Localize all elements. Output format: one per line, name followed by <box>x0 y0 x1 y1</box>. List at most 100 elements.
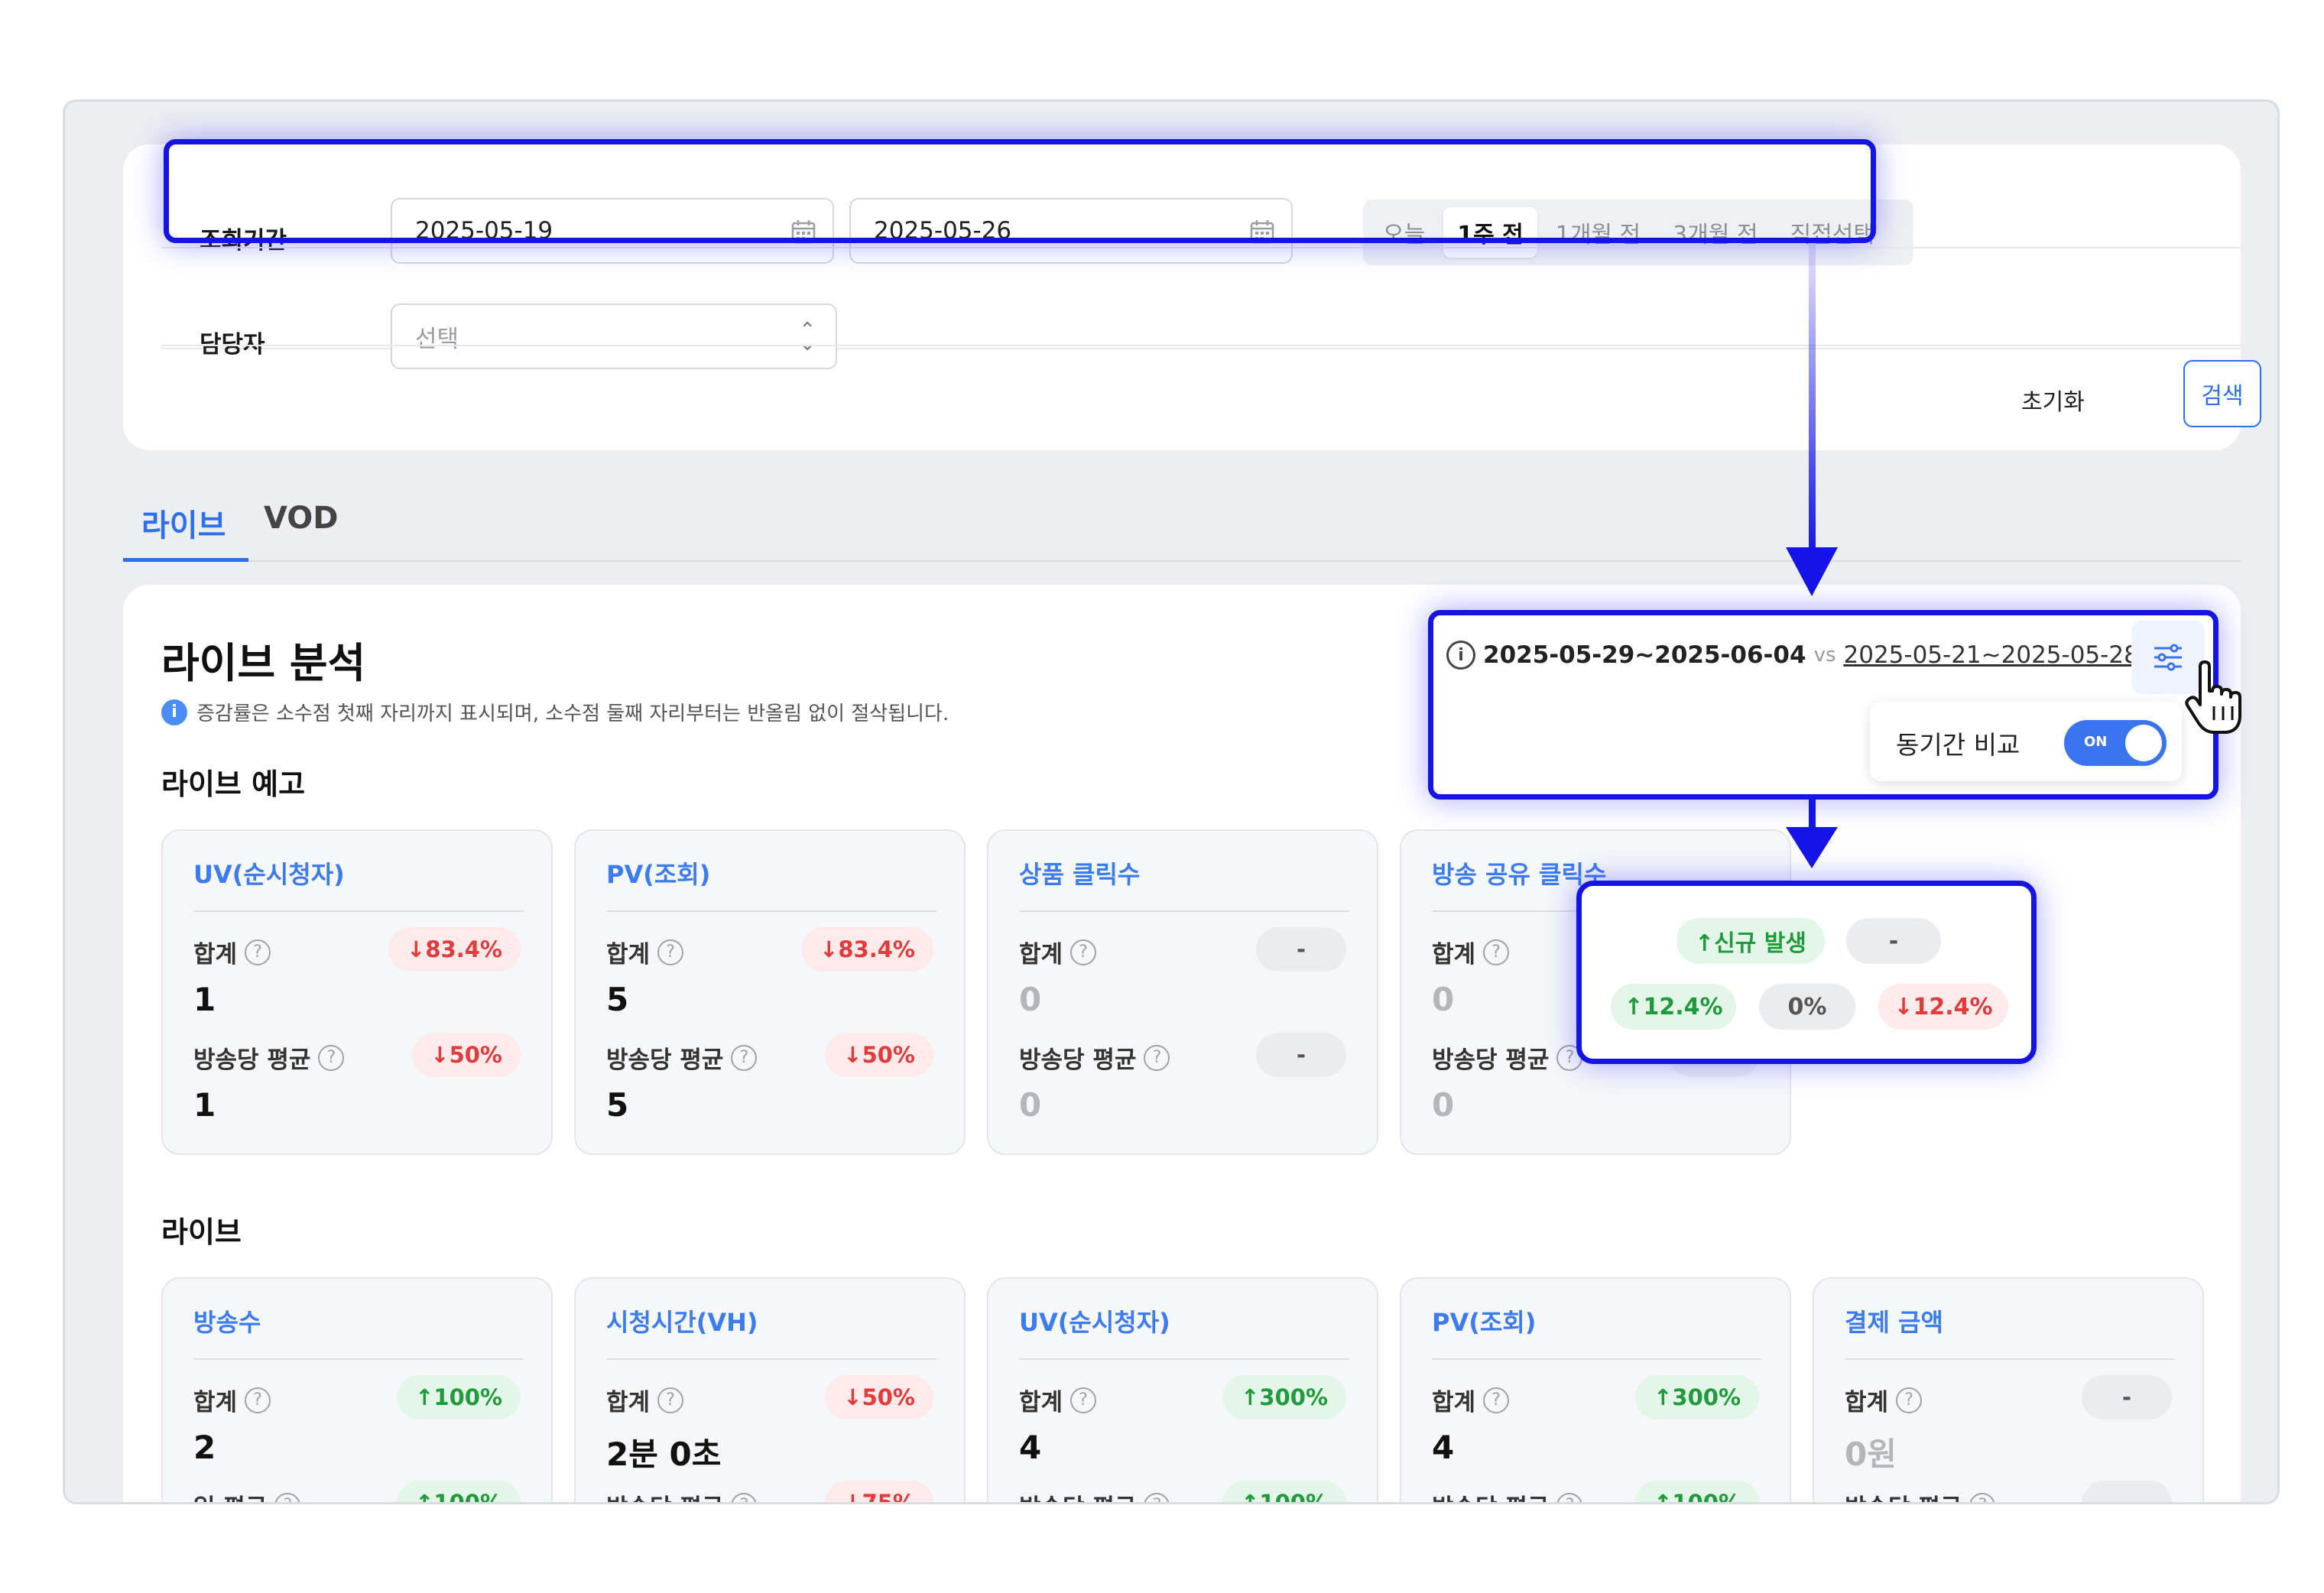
help-icon[interactable]: ? <box>731 1492 758 1502</box>
sum-value: 0 <box>1019 981 1042 1018</box>
legend-badge-down: ↓12.4% <box>1878 984 2008 1030</box>
help-icon[interactable]: ? <box>657 1387 684 1413</box>
help-icon[interactable]: ? <box>1896 1387 1923 1413</box>
rounding-note: i 증감률은 소수점 첫째 자리까지 표시되며, 소수점 둘째 자리부터는 반올… <box>161 698 949 726</box>
manager-select[interactable]: 선택 ⌃ ⌄ <box>391 303 837 369</box>
sum-value: 5 <box>606 981 629 1018</box>
same-period-compare-option: 동기간 비교 ON <box>1870 702 2182 781</box>
change-badge: ↓50% <box>825 1375 933 1419</box>
legend-badge-new: ↑신규 발생 <box>1676 918 1825 964</box>
metric-card: PV(조회) 합계? ↑300% 4 방송당 평균? ↑100% <box>1400 1277 1791 1502</box>
sum-label: 합계? <box>1432 935 1510 969</box>
sum-label: 합계? <box>1019 1383 1097 1417</box>
same-period-toggle[interactable]: ON <box>2064 720 2167 766</box>
sum-value: 4 <box>1432 1429 1455 1466</box>
chevron-updown-icon: ⌃ ⌄ <box>799 319 816 355</box>
change-badge: ↓83.4% <box>801 927 933 972</box>
avg-label: 방송당 평균? <box>1019 1488 1170 1502</box>
change-badge: - <box>1256 1033 1346 1077</box>
change-badge: ↓50% <box>412 1033 521 1077</box>
avg-value: 0 <box>1432 1086 1455 1124</box>
change-badge: ↑100% <box>1635 1481 1759 1502</box>
compare-period-text: i 2025-05-29~2025-06-04 vs 2025-05-21~20… <box>1446 641 2139 670</box>
metric-title: UV(순시청자) <box>1019 1308 1170 1337</box>
legend-badge-up: ↑12.4% <box>1611 984 1736 1030</box>
legend-badge-zero: 0% <box>1759 984 1855 1030</box>
manager-placeholder: 선택 <box>415 325 459 353</box>
sum-value: 2 <box>193 1429 216 1466</box>
sum-value: 0원 <box>1845 1436 1897 1473</box>
change-badge: ↓83.4% <box>388 927 521 972</box>
change-badge: ↓75% <box>825 1481 933 1502</box>
app-frame: 조회기간 2025-05-19 2025-05-26 오늘 1주 전 1개월 전… <box>63 99 2280 1504</box>
sum-value: 2분 0초 <box>606 1436 722 1473</box>
help-icon[interactable]: ? <box>1969 1492 1996 1502</box>
avg-label: 방송당 평균? <box>1019 1040 1170 1075</box>
badge-legend-popup: ↑신규 발생 - ↑12.4% 0% ↓12.4% <box>1576 881 2037 1064</box>
avg-label: 방송당 평균? <box>1432 1488 1583 1502</box>
help-icon[interactable]: ? <box>731 1044 758 1071</box>
arrow-down-icon <box>1786 800 1838 868</box>
metric-card: 시청시간(VH) 합계? ↓50% 2분 0초 방송당 평균? ↓75% <box>574 1277 966 1502</box>
metric-title: 상품 클릭수 <box>1019 860 1141 889</box>
help-icon[interactable]: ? <box>245 939 271 965</box>
help-icon[interactable]: ? <box>274 1492 301 1502</box>
help-icon[interactable]: ? <box>245 1387 271 1413</box>
page-title: 라이브 분석 <box>161 639 366 687</box>
info-icon: i <box>161 699 187 725</box>
avg-label: 방송당 평균? <box>193 1040 345 1075</box>
avg-value: 5 <box>606 1086 629 1124</box>
help-icon[interactable]: ? <box>1483 939 1510 965</box>
toggle-label: 동기간 비교 <box>1896 730 2021 760</box>
change-badge: - <box>2082 1481 2172 1502</box>
help-icon[interactable]: ? <box>1070 939 1097 965</box>
change-badge: ↓50% <box>825 1033 933 1077</box>
sum-label: 합계? <box>193 935 271 969</box>
toggle-state: ON <box>2084 734 2108 750</box>
help-icon[interactable]: ? <box>657 939 684 965</box>
metric-title: UV(순시청자) <box>193 860 345 889</box>
active-tab-indicator <box>123 558 248 562</box>
help-icon[interactable]: ? <box>1483 1387 1510 1413</box>
legend-badge-none: - <box>1846 918 1941 964</box>
metric-card: 결제 금액 합계? - 0원 방송당 평균? - <box>1813 1277 2204 1502</box>
forecast-section-title: 라이브 예고 <box>161 767 306 801</box>
metric-title: PV(조회) <box>606 860 711 889</box>
metric-title: 결제 금액 <box>1845 1308 1943 1337</box>
sum-value: 0 <box>1432 981 1455 1018</box>
help-icon[interactable]: ? <box>1144 1492 1170 1502</box>
sum-label: 합계? <box>606 935 684 969</box>
avg-label: 방송당 평균? <box>606 1040 758 1075</box>
metric-card: UV(순시청자) 합계? ↑300% 4 방송당 평균? ↑100% <box>987 1277 1378 1502</box>
sum-value: 1 <box>193 981 216 1018</box>
change-badge: ↑300% <box>1222 1375 1346 1419</box>
sum-label: 합계? <box>1432 1383 1510 1417</box>
toggle-knob <box>2125 725 2162 761</box>
avg-label: 일 평균? <box>193 1488 301 1502</box>
avg-label: 방송당 평균? <box>1845 1488 1996 1502</box>
help-icon[interactable]: ? <box>1556 1492 1583 1502</box>
change-badge: ↑100% <box>1222 1481 1346 1502</box>
compare-range-link[interactable]: 2025-05-21~2025-05-28 <box>1844 641 2139 669</box>
live-section-title: 라이브 <box>161 1215 242 1249</box>
help-icon[interactable]: ? <box>1144 1044 1170 1071</box>
change-badge: ↑100% <box>397 1375 521 1419</box>
help-icon[interactable]: ? <box>318 1044 345 1071</box>
change-badge: ↑300% <box>1635 1375 1759 1419</box>
row-divider <box>161 247 2241 248</box>
sum-label: 합계? <box>606 1383 684 1417</box>
tab-vod[interactable]: VOD <box>264 501 338 536</box>
avg-value: 1 <box>193 1086 216 1124</box>
tab-bar-line <box>123 560 2241 562</box>
help-icon[interactable]: ? <box>1070 1387 1097 1413</box>
metric-card: 방송수 합계? ↑100% 2 일 평균? ↑100% <box>161 1277 553 1502</box>
search-button[interactable]: 검색 <box>2183 360 2261 427</box>
reset-button[interactable]: 초기화 <box>2021 383 2085 417</box>
metric-card: 상품 클릭수 합계? - 0 방송당 평균? - 0 <box>987 829 1378 1155</box>
arrow-down-icon <box>1786 243 1838 596</box>
metric-card: PV(조회) 합계? ↓83.4% 5 방송당 평균? ↓50% 5 <box>574 829 966 1155</box>
hand-pointer-icon <box>2185 660 2241 734</box>
metric-title: 시청시간(VH) <box>606 1308 758 1337</box>
row-divider <box>161 345 2241 346</box>
tab-live[interactable]: 라이브 <box>141 501 226 545</box>
